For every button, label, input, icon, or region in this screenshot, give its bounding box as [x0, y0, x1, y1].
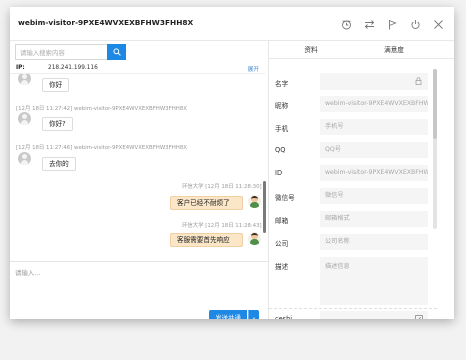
agent-avatar [248, 195, 261, 208]
flag-icon[interactable] [381, 15, 404, 33]
visitor-message-bubble: 你好 [42, 78, 70, 92]
panel-scrollbar[interactable] [433, 69, 437, 139]
visitor-avatar [18, 152, 31, 165]
send-options-button[interactable]: ⌄ [248, 310, 259, 319]
email-field[interactable]: 邮箱格式 [320, 211, 428, 227]
tab-profile[interactable]: 资料 [269, 41, 353, 59]
expand-link[interactable]: 展开 [248, 65, 259, 73]
chat-window: webim-visitor-9PXE4WVXEXBFHW3FHH8X 请输入搜索… [10, 7, 454, 319]
agent-avatar [248, 232, 261, 245]
input-divider [10, 261, 268, 262]
chat-area: 请输入搜索内容 IP: 218.241.199.116 展开 你好 [12月 1… [10, 41, 268, 319]
send-button[interactable]: 发送并通 [209, 310, 247, 319]
wechat-field[interactable]: 微信号 [320, 188, 428, 204]
toolbar [335, 15, 450, 33]
field-label-phone: 手机 [275, 125, 289, 133]
field-label-description: 描述 [275, 263, 289, 271]
lock-icon [415, 77, 422, 85]
message-list: 你好 [12月 18日 11:27:42] webim-visitor-9PXE… [10, 74, 268, 260]
phone-field[interactable]: 手机号 [320, 119, 428, 135]
field-label-name: 名字 [275, 80, 289, 88]
field-label-nickname: 昵称 [275, 102, 289, 110]
message-meta: 环信大学 [12月 18日 11:28:43] [182, 223, 262, 229]
field-label-company: 公司 [275, 240, 289, 248]
visitor-message-bubble: 去你的 [42, 157, 76, 171]
visitor-avatar [18, 112, 31, 125]
ceshi-field[interactable] [320, 311, 428, 319]
visitor-message-bubble: 你好? [42, 117, 73, 131]
agent-message-bubble: 客户已经不耐烦了 [170, 196, 243, 210]
message-input[interactable]: 请输入... [15, 268, 255, 308]
field-label-id: ID [275, 169, 283, 177]
nickname-field[interactable]: webim-visitor-9PXE4WVXEXBFHW3FHH8X [320, 96, 428, 112]
field-label-email: 邮箱 [275, 217, 289, 225]
close-icon[interactable] [427, 15, 450, 33]
message-meta: 环信大学 [12月 18日 11:28:30] [182, 184, 262, 190]
agent-message-bubble: 客服需要首先响应 [170, 233, 243, 247]
power-icon[interactable] [404, 15, 427, 33]
message-scrollbar[interactable] [263, 181, 266, 233]
company-field[interactable]: 公司名称 [320, 234, 428, 250]
field-label-qq: QQ [275, 146, 286, 154]
panel-tabs: 资料 满意度 [269, 41, 454, 59]
panel-divider [269, 308, 437, 309]
title-bar: webim-visitor-9PXE4WVXEXBFHW3FHH8X [10, 7, 454, 41]
tab-satisfaction[interactable]: 满意度 [353, 41, 435, 59]
visitor-info-panel: 资料 满意度 名字 昵称 webim-visitor-9PXE4WVXEXBFH… [268, 41, 454, 319]
qq-field[interactable]: QQ号 [320, 142, 428, 158]
ceshi-label: ceshi [275, 315, 293, 319]
visitor-avatar [18, 74, 31, 85]
id-field[interactable]: webim-visitor-9PXE4WVXEXBFHW3FHH8X [320, 165, 428, 181]
history-icon[interactable] [335, 15, 358, 33]
name-field[interactable] [320, 73, 428, 90]
ip-label: IP: [16, 65, 25, 71]
ip-value: 218.241.199.116 [48, 65, 98, 71]
visitor-ip-bar: IP: 218.241.199.116 展开 [10, 63, 265, 74]
message-meta: [12月 18日 11:27:46] webim-visitor-9PXE4WV… [16, 145, 187, 151]
transfer-icon[interactable] [358, 15, 381, 33]
search-input[interactable]: 请输入搜索内容 [15, 44, 117, 60]
field-label-wechat: 微信号 [275, 194, 295, 202]
search-icon [112, 48, 121, 56]
edit-icon [415, 315, 423, 319]
search-button[interactable] [107, 44, 126, 60]
description-field[interactable]: 描述信息 [320, 257, 428, 305]
message-meta: [12月 18日 11:27:42] webim-visitor-9PXE4WV… [16, 106, 187, 112]
window-title: webim-visitor-9PXE4WVXEXBFHW3FHH8X [18, 18, 194, 27]
